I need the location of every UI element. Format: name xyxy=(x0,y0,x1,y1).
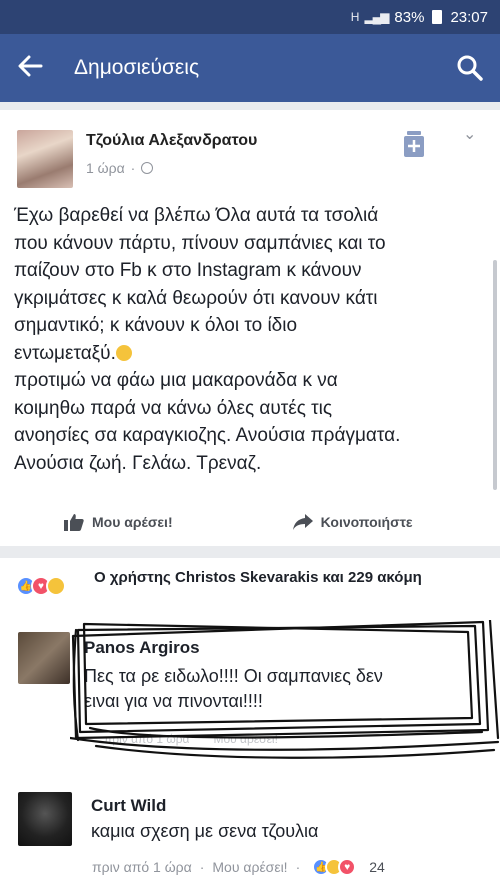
post-body: Έχω βαρεθεί να βλέπω Όλα αυτά τα τσολιά … xyxy=(14,202,482,477)
laughing-emoji-icon xyxy=(115,344,132,361)
haha-reaction-icon xyxy=(46,576,66,596)
commenter-name[interactable]: Curt Wild xyxy=(91,796,166,816)
meta-separator: · xyxy=(295,859,301,875)
reactions-summary[interactable]: Ο χρήστης Christos Skevarakis και 229 ακ… xyxy=(94,568,484,588)
share-label: Κοινοποιήστε xyxy=(320,514,413,530)
comment-like-link[interactable]: Μου αρέσει! xyxy=(213,732,277,746)
comment-meta: πριν από 1 ώρα Μου αρέσει! xyxy=(104,732,278,746)
comment-text: καμια σχεση με σενα τζουλια xyxy=(91,821,319,841)
comment-reactions[interactable]: 👍 ♥ xyxy=(312,858,357,876)
thumbs-up-icon xyxy=(64,514,84,531)
post-body-part2: προτιμώ να φάω μια μακαρονάδα κ να κοιμη… xyxy=(14,370,401,474)
post-meta: 1 ώρα · xyxy=(86,160,154,176)
author-name[interactable]: Τζούλια Αλεξανδρατου xyxy=(86,132,257,150)
comments-section: Panos Argiros Πες τα ρε ειδωλο!!!! Οι σα… xyxy=(0,620,500,891)
chevron-down-icon[interactable]: ⌄ xyxy=(463,124,476,144)
post-card: Τζούλια Αλεξανδρατου 1 ώρα · ⌄ Έχω βαρεθ… xyxy=(0,110,500,546)
page-title: Δημοσιεύσεις xyxy=(74,56,200,79)
reaction-icons: 👍 ♥ xyxy=(16,576,66,596)
comment-like-link[interactable]: Μου αρέσει! xyxy=(212,859,287,875)
globe-icon xyxy=(141,162,154,174)
author-avatar[interactable] xyxy=(17,130,73,188)
post-actions: Μου αρέσει! Κοινοποιήστε xyxy=(0,510,500,534)
share-arrow-icon xyxy=(292,514,313,530)
commenter-name[interactable]: Panos Argiros xyxy=(84,638,200,658)
comment-meta: πριν από 1 ώρα · Μου αρέσει! · 👍 ♥ 24 xyxy=(92,858,385,876)
love-reaction-icon: ♥ xyxy=(338,858,357,876)
meta-separator: · xyxy=(199,859,205,875)
like-label: Μου αρέσει! xyxy=(92,514,173,530)
post-time[interactable]: 1 ώρα xyxy=(86,160,125,176)
signal-icon: ▂▄▆ xyxy=(364,10,389,24)
status-bar: H ▂▄▆ 83% 23:07 xyxy=(0,0,500,34)
clock: 23:07 xyxy=(450,8,488,26)
arrow-left-icon[interactable] xyxy=(0,53,60,83)
share-button[interactable]: Κοινοποιήστε xyxy=(292,510,413,534)
comment-time: πριν από 1 ώρα xyxy=(92,859,192,875)
app-bar: Δημοσιεύσεις xyxy=(0,34,500,102)
commenter-avatar[interactable] xyxy=(18,632,70,684)
post-body-part1: Έχω βαρεθεί να βλέπω Όλα αυτά τα τσολιά … xyxy=(14,205,386,364)
reactions-bar[interactable]: 👍 ♥ Ο χρήστης Christos Skevarakis και 22… xyxy=(0,558,500,620)
battery-icon xyxy=(432,10,443,24)
comment-text: Πες τα ρε ειδωλο!!!! Οι σαμπανιες δεν ει… xyxy=(84,666,383,711)
comment-time: πριν από 1 ώρα xyxy=(104,732,190,746)
search-icon[interactable] xyxy=(440,54,500,82)
battery-percent: 83% xyxy=(394,8,425,26)
scrollbar[interactable] xyxy=(493,260,497,490)
bookmark-add-icon[interactable] xyxy=(402,130,426,158)
reaction-count: 24 xyxy=(369,859,385,875)
like-button[interactable]: Μου αρέσει! xyxy=(64,510,173,534)
commenter-avatar[interactable] xyxy=(18,792,72,846)
network-indicator: H xyxy=(350,10,360,24)
